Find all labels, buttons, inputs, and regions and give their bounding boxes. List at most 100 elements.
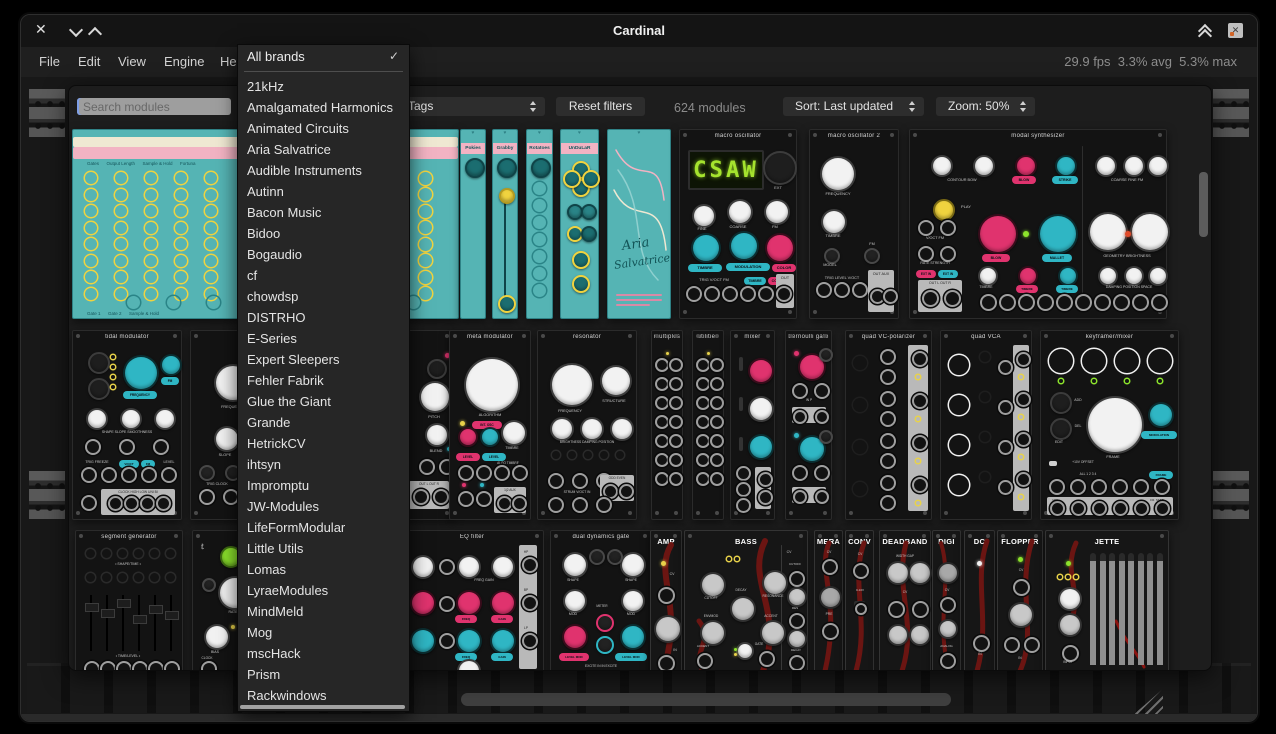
module-card-meta-modulator[interactable]: meta modulatorALGORITHMINT. OSCTIMBRELEV… bbox=[449, 330, 531, 520]
menu-view[interactable]: View bbox=[118, 54, 146, 69]
module-title: Grabby bbox=[493, 143, 517, 154]
slider-handle[interactable] bbox=[101, 609, 115, 618]
brand-option[interactable]: JW-Modules bbox=[238, 496, 409, 517]
module-title: quad VC-polarizer bbox=[846, 334, 931, 340]
brand-option[interactable]: Autinn bbox=[238, 181, 409, 202]
brand-option[interactable]: Glue the Giant bbox=[238, 391, 409, 412]
jack bbox=[476, 465, 492, 481]
vertical-scrollbar[interactable] bbox=[1199, 172, 1208, 237]
module-card-multiples[interactable]: multiples bbox=[651, 330, 683, 520]
module-card-mera[interactable]: MERACVPRE bbox=[814, 530, 843, 671]
module-card-tidal-modulator[interactable]: tidal modulatorFREQUENCYFMSHAPE SLOPE SM… bbox=[72, 330, 182, 520]
reset-filters-button[interactable]: Reset filters bbox=[556, 97, 645, 116]
brand-option[interactable]: cf bbox=[238, 265, 409, 286]
brand-option[interactable]: HetrickCV bbox=[238, 433, 409, 454]
brand-option[interactable]: Fehler Fabrik bbox=[238, 370, 409, 391]
slider-handle[interactable] bbox=[149, 605, 163, 614]
menu-edit[interactable]: Edit bbox=[78, 54, 100, 69]
jack bbox=[853, 563, 869, 579]
module-card-flopper[interactable]: FLOPPERCVIN bbox=[997, 530, 1043, 671]
jack bbox=[696, 396, 710, 410]
zoom-select[interactable]: Zoom: 50% bbox=[936, 97, 1035, 116]
brand-option[interactable]: Amalgamated Harmonics bbox=[238, 97, 409, 118]
module-card-pokies[interactable]: ♥Pokies bbox=[460, 129, 486, 319]
brand-option[interactable]: LifeFormModular bbox=[238, 517, 409, 538]
module-card-grabby[interactable]: ♥Grabby bbox=[492, 129, 518, 319]
module-card-macro-oscillator[interactable]: macro oscillatorCSAWEXTFINECOARSEFMTIMBR… bbox=[679, 129, 797, 319]
brand-option[interactable]: 21kHz bbox=[238, 76, 409, 97]
module-card-conv[interactable]: CONVCV0-10V bbox=[845, 530, 874, 671]
module-card-amp[interactable]: AMPCVIN bbox=[650, 530, 682, 671]
dot bbox=[126, 585, 130, 589]
module-card-eq-filter[interactable]: EQ filterHPBPLPFREQ GAINFREQGAINFREQGAIN bbox=[400, 530, 544, 671]
brand-option[interactable]: Grande bbox=[238, 412, 409, 433]
module-card-keyframer-mixer[interactable]: keyframer/mixerADDDELEDITFRAMEMODULATION… bbox=[1040, 330, 1179, 520]
brand-option[interactable]: mscHack bbox=[238, 643, 409, 664]
brand-option[interactable]: Bacon Music bbox=[238, 202, 409, 223]
brand-option[interactable]: Prism bbox=[238, 664, 409, 685]
module-card-utilities[interactable]: utilities bbox=[692, 330, 724, 520]
tray-app-icon[interactable]: ✕ bbox=[1228, 23, 1243, 38]
title-bar[interactable]: Cardinal ✕ ✕ bbox=[21, 15, 1257, 47]
brand-option[interactable]: Expert Sleepers bbox=[238, 349, 409, 370]
brand-option[interactable]: Little Utils bbox=[238, 538, 409, 559]
module-card-resonator[interactable]: resonatorFREQUENCYSTRUCTUREBRIGHTNESS DA… bbox=[537, 330, 637, 520]
brand-option-all[interactable]: All brands ✓ bbox=[238, 45, 409, 68]
dot bbox=[419, 205, 432, 218]
module-card-rotatoes[interactable]: ♥Rotatoes bbox=[526, 129, 553, 319]
jack bbox=[736, 466, 751, 481]
tags-select[interactable]: Tags bbox=[390, 97, 545, 116]
module-card[interactable]: ♥AriaSalvatrice bbox=[607, 129, 671, 319]
brand-option[interactable]: Mog bbox=[238, 622, 409, 643]
module-card-segment-generator[interactable]: segment generator• SHAPE/TIME •• TIME/LE… bbox=[75, 530, 183, 671]
module-card-undular[interactable]: ♥UnDuLaR bbox=[560, 129, 599, 319]
module-card-modal-synthesizer[interactable]: modal synthesizerCONTOUR BOWBLOWSTRIKECO… bbox=[909, 129, 1167, 319]
brand-option[interactable]: LyraeModules bbox=[238, 580, 409, 601]
module-card-digi[interactable]: DIGICVANALOG bbox=[932, 530, 961, 671]
close-icon[interactable]: ✕ bbox=[35, 21, 47, 38]
module-card-bernoulli-gate[interactable]: bernoulli gateIN P bbox=[785, 330, 832, 520]
brand-option[interactable]: E-Series bbox=[238, 328, 409, 349]
dot bbox=[85, 271, 97, 283]
module-card-dual-dynamics-gate[interactable]: dual dynamics gateSHAPESHAPEMODMODMETERL… bbox=[550, 530, 652, 671]
module-card-bass[interactable]: BASSCVCUTOFFRESONANCEDECAYENVMODACCENTGA… bbox=[684, 530, 808, 671]
horizontal-scrollbar[interactable] bbox=[461, 693, 951, 706]
dot bbox=[949, 435, 969, 455]
label-badge: COLOR bbox=[772, 264, 796, 272]
search-input[interactable] bbox=[77, 98, 231, 115]
module-label: TRIG V/OCT FM bbox=[684, 278, 744, 282]
menu-file[interactable]: File bbox=[39, 54, 60, 69]
brand-option[interactable]: Bogaudio bbox=[238, 244, 409, 265]
module-card-jette[interactable]: JETTEINPUT bbox=[1045, 530, 1169, 671]
slider-handle[interactable] bbox=[85, 603, 99, 612]
dot bbox=[591, 594, 596, 599]
dropdown-scrollbar[interactable] bbox=[240, 705, 405, 709]
slider-handle[interactable] bbox=[133, 615, 147, 624]
brand-option[interactable]: ihtsyn bbox=[238, 454, 409, 475]
module-card-mixer[interactable]: mixer bbox=[730, 330, 775, 520]
module-card-quad-vc-polarizer[interactable]: quad VC-polarizer bbox=[845, 330, 932, 520]
module-card-deadband[interactable]: DEADBANDWIDTH GAPCV bbox=[879, 530, 931, 671]
screw-icon bbox=[696, 334, 700, 338]
brand-option[interactable]: Bidoo bbox=[238, 223, 409, 244]
sort-select[interactable]: Sort: Last updated bbox=[783, 97, 924, 116]
dot bbox=[612, 347, 617, 352]
brand-option[interactable]: Animated Circuits bbox=[238, 118, 409, 139]
brand-option[interactable]: Rackwindows bbox=[238, 685, 409, 706]
brand-option[interactable]: Aria Salvatrice bbox=[238, 139, 409, 160]
module-card-quad-vca[interactable]: quad VCA bbox=[940, 330, 1032, 520]
slider-handle[interactable] bbox=[117, 599, 131, 608]
brand-option[interactable]: Audible Instruments bbox=[238, 160, 409, 181]
brand-option[interactable]: MindMeld bbox=[238, 601, 409, 622]
module-card-macro-oscillator-2[interactable]: macro oscillator 2FREQUENCYTIMBREMODELFM… bbox=[809, 129, 899, 319]
module-card-dc[interactable]: DCIN bbox=[964, 530, 995, 671]
jack bbox=[710, 453, 724, 467]
slider-handle[interactable] bbox=[165, 611, 179, 620]
brand-option[interactable]: DISTRHO bbox=[238, 307, 409, 328]
module-label: DEL bbox=[1071, 425, 1085, 429]
brand-option[interactable]: Impromptu bbox=[238, 475, 409, 496]
brand-option[interactable]: Lomas bbox=[238, 559, 409, 580]
menu-engine[interactable]: Engine bbox=[164, 54, 204, 69]
performance-stats: 29.9 fps 3.3% avg 5.3% max bbox=[1064, 54, 1237, 69]
brand-option[interactable]: chowdsp bbox=[238, 286, 409, 307]
